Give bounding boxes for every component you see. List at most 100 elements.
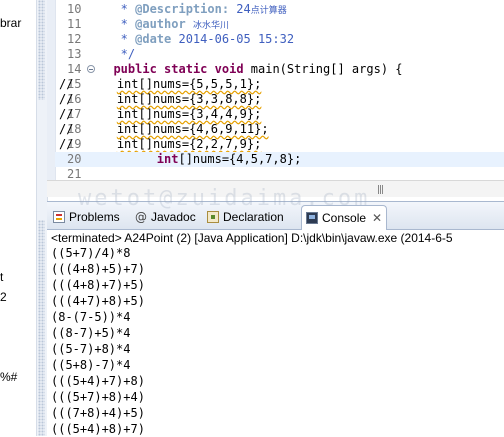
tab-javadoc[interactable]: @ Javadoc xyxy=(135,206,196,228)
close-icon[interactable]: ✕ xyxy=(372,211,382,225)
overview-ruler xyxy=(38,220,45,436)
code-text: []nums={3,3,8,8}; xyxy=(138,92,262,106)
line-number: 12 xyxy=(67,32,82,46)
console-line: (((4+8)+5)+7) xyxy=(51,262,145,276)
line-number: 10 xyxy=(67,2,82,16)
console-line: (((5+4)+7)+8) xyxy=(51,374,145,388)
code-text: []nums={4,5,7,8}; xyxy=(178,152,302,166)
code-text: []nums={2,2,7,9}; xyxy=(138,137,262,151)
console-line: ((5+7)/4)*8 xyxy=(51,248,131,260)
active-code: int[]nums={4,5,7,8}; xyxy=(99,152,302,167)
comment-slashes: // xyxy=(59,77,74,91)
javadoc-value: 2014-06-05 15:32 xyxy=(171,32,295,46)
code-line[interactable]: 19// int[]nums={2,2,7,9}; xyxy=(55,137,504,152)
console-line: ((5-7)+8)*4 xyxy=(51,342,131,356)
commented-code: // int[]nums={3,4,4,9}; xyxy=(59,107,261,122)
explorer-fragment[interactable]: brar xyxy=(0,16,21,30)
code-line[interactable]: 10 * @Description: 24点计算器 xyxy=(55,2,504,17)
javadoc-tag: @date xyxy=(135,32,172,46)
problems-icon xyxy=(53,211,65,223)
explorer-fragment[interactable]: t xyxy=(0,270,3,284)
code-line[interactable]: 17// int[]nums={3,4,4,9}; xyxy=(55,107,504,122)
javadoc-tag: @Description: xyxy=(135,2,230,16)
code-line[interactable]: 15// int[]nums={5,5,5,1}; xyxy=(55,77,504,92)
comment-prefix: * xyxy=(99,17,136,31)
console-line: (((5+7)+8)+4) xyxy=(51,390,145,404)
horizontal-scrollbar[interactable]: ||| xyxy=(47,180,504,197)
code-text: []nums={5,5,5,1}; xyxy=(138,77,262,91)
comment-text: */ xyxy=(99,47,136,61)
commented-code: // int[]nums={4,6,9,11}; xyxy=(59,122,269,137)
method-signature: public static void main(String[] args) { xyxy=(99,62,403,77)
comment-prefix: * xyxy=(99,2,136,16)
console-line: (((4+7)+8)+5) xyxy=(51,294,145,308)
commented-code: // int[]nums={2,2,7,9}; xyxy=(59,137,261,152)
console-line: (((7+8)+4)+5) xyxy=(51,406,145,420)
comment-prefix: * xyxy=(99,32,136,46)
console-panel: Problems @ Javadoc Declaration Console ✕… xyxy=(47,201,504,437)
type-keyword: int xyxy=(116,107,139,121)
fold-toggle-icon[interactable] xyxy=(87,65,95,73)
javadoc-tag: @author xyxy=(135,17,186,31)
line-number: 11 xyxy=(67,17,82,31)
method-rest: main(String[] args) { xyxy=(243,62,403,76)
javadoc-value: 24 xyxy=(229,2,251,16)
tab-label: Declaration xyxy=(223,210,284,224)
keyword: public xyxy=(113,62,157,76)
declaration-icon xyxy=(207,211,219,223)
scroll-grip[interactable]: ||| xyxy=(377,185,384,195)
code-text: []nums={4,6,9,11}; xyxy=(138,122,269,136)
tab-console[interactable]: Console ✕ xyxy=(301,205,388,230)
keyword: static xyxy=(164,62,208,76)
type-keyword: int xyxy=(116,137,139,151)
code-line[interactable]: 18// int[]nums={4,6,9,11}; xyxy=(55,122,504,137)
code-editor[interactable]: 10 * @Description: 24点计算器 11 * @author 冰水… xyxy=(47,0,504,197)
code-line[interactable]: 12 * @date 2014-06-05 15:32 xyxy=(55,32,504,47)
tab-label: Javadoc xyxy=(151,210,196,224)
comment-slashes: // xyxy=(59,107,74,121)
console-output[interactable]: ((5+7)/4)*8 (((4+8)+5)+7) (((4+8)+7)+5) (((… xyxy=(47,248,504,437)
comment-slashes: // xyxy=(59,92,74,106)
panel-tab-bar: Problems @ Javadoc Declaration Console ✕ xyxy=(47,202,504,230)
at-sign-icon: @ xyxy=(135,210,147,224)
tab-declaration[interactable]: Declaration xyxy=(207,206,284,228)
code-line[interactable]: 13 */ xyxy=(55,47,504,62)
console-status: <terminated> A24Point (2) [Java Applicat… xyxy=(51,231,453,245)
console-line: ((8-7)+5)*4 xyxy=(51,326,131,340)
console-line: (((5+4)+8)+7) xyxy=(51,422,145,436)
console-line: (8-(7-5))*4 xyxy=(51,310,131,324)
explorer-fragment[interactable]: %# xyxy=(0,370,17,384)
console-icon xyxy=(306,212,318,224)
line-number: 13 xyxy=(67,47,82,61)
package-explorer-strip: brar t 2 %# xyxy=(0,0,36,436)
line-number: 20 xyxy=(67,152,82,166)
javadoc-value xyxy=(186,17,193,31)
code-text: []nums={3,4,4,9}; xyxy=(138,107,262,121)
code-line[interactable]: 20 int[]nums={4,5,7,8}; xyxy=(55,152,504,167)
console-line: ((5+8)-7)*4 xyxy=(51,358,131,372)
type-keyword: int xyxy=(156,152,179,166)
javadoc-cjk-text: 点计算器 xyxy=(250,6,287,16)
javadoc-end: */ xyxy=(99,47,135,62)
tab-label: Problems xyxy=(69,210,120,224)
type-keyword: int xyxy=(116,122,139,136)
tab-problems[interactable]: Problems xyxy=(53,206,120,228)
javadoc-line: * @date 2014-06-05 15:32 xyxy=(99,32,294,47)
javadoc-cjk-text: 冰水华川 xyxy=(192,21,229,31)
type-keyword: int xyxy=(116,92,139,106)
explorer-fragment[interactable]: 2 xyxy=(0,290,7,304)
code-line[interactable]: 11 * @author 冰水华川 xyxy=(55,17,504,32)
commented-code: // int[]nums={5,5,5,1}; xyxy=(59,77,261,92)
comment-slashes: // xyxy=(59,137,74,151)
keyword: void xyxy=(214,62,244,76)
code-line[interactable]: 16// int[]nums={3,3,8,8}; xyxy=(55,92,504,107)
commented-code: // int[]nums={3,3,8,8}; xyxy=(59,92,261,107)
code-line[interactable]: 14 public static void main(String[] args… xyxy=(55,62,504,77)
